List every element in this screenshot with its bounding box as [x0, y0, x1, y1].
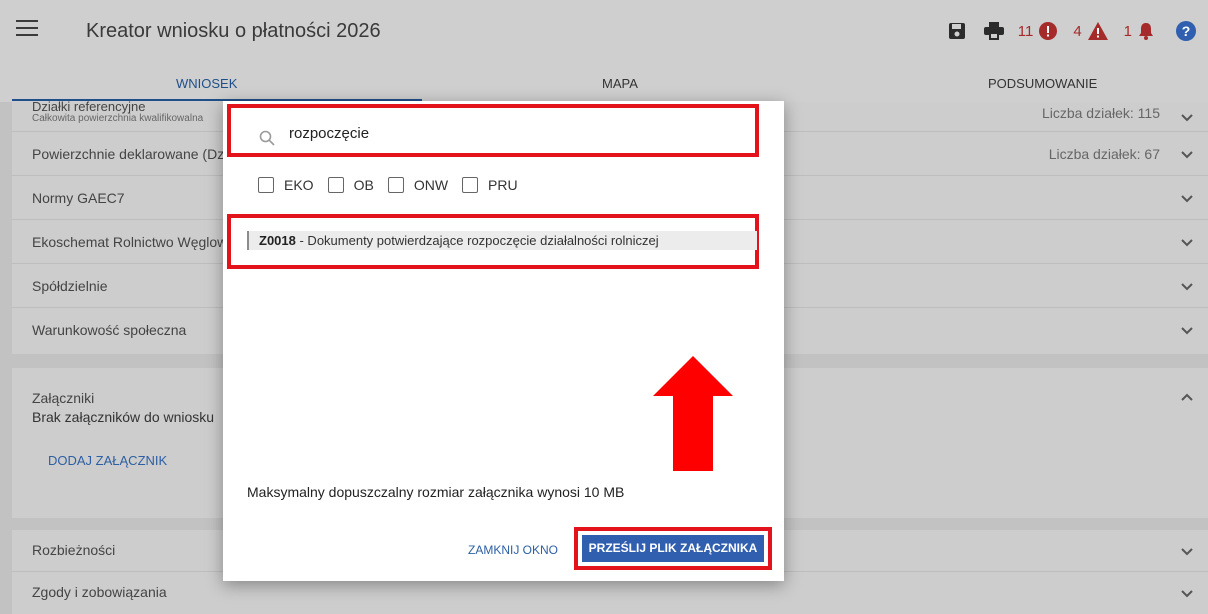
bell-icon[interactable] — [1138, 22, 1154, 40]
warning-icon[interactable] — [1087, 22, 1108, 40]
chevron-down-icon[interactable] — [1180, 282, 1194, 292]
filter-label: PRU — [488, 177, 518, 193]
chevron-down-icon[interactable] — [1180, 589, 1194, 599]
save-icon[interactable] — [948, 22, 966, 40]
chevron-down-icon[interactable] — [1180, 194, 1194, 204]
chevron-down-icon[interactable] — [1180, 326, 1194, 336]
section-sublabel: Całkowita powierzchnia kwalifikowalna — [32, 113, 204, 124]
section-label: Warunkowość społeczna — [32, 322, 187, 338]
tab-podsumowanie[interactable]: PODSUMOWANIE — [988, 76, 1097, 91]
filter-label: OB — [353, 177, 374, 193]
tab-bar: WNIOSEK MAPA PODSUMOWANIE — [0, 64, 1208, 102]
filter-label: ONW — [413, 177, 449, 193]
section-label: Zgody i zobowiązania — [32, 584, 167, 600]
upload-attachment-button[interactable]: PRZEŚLIJ PLIK ZAŁĄCZNIKA — [582, 535, 764, 562]
filter-checkboxes: EKO OB ONW PRU — [258, 177, 532, 193]
checkbox-icon[interactable] — [387, 177, 404, 193]
chevron-down-icon[interactable] — [1180, 547, 1194, 557]
chevron-down-icon[interactable] — [1180, 113, 1194, 123]
result-item-z0018[interactable]: Z0018 - Dokumenty potwierdzające rozpocz… — [247, 231, 757, 250]
checkbox-icon[interactable] — [258, 177, 274, 193]
attachments-empty-text: Brak załączników do wniosku — [32, 409, 215, 425]
result-text: - Dokumenty potwierdzające rozpoczęcie d… — [295, 233, 659, 248]
header-actions: 11 4 1 ? — [948, 18, 1196, 44]
filter-pru-checkbox[interactable]: PRU — [462, 177, 518, 193]
search-highlight-frame — [227, 104, 759, 157]
section-label: Działki referencyjne — [32, 99, 146, 114]
max-size-note: Maksymalny dopuszczalny rozmiar załączni… — [247, 484, 625, 500]
checkbox-icon[interactable] — [327, 177, 344, 193]
checkbox-icon[interactable] — [462, 177, 479, 193]
arrow-up-icon — [653, 356, 733, 471]
add-attachment-button[interactable]: DODAJ ZAŁĄCZNIK — [48, 453, 167, 468]
search-input[interactable] — [289, 122, 729, 144]
chevron-down-icon[interactable] — [1180, 150, 1194, 160]
tab-mapa[interactable]: MAPA — [602, 76, 638, 91]
menu-icon[interactable] — [16, 20, 38, 40]
section-label: Ekoschemat Rolnictwo Węglow — [32, 234, 228, 250]
section-label: Normy GAEC7 — [32, 190, 125, 206]
error-count: 11 — [1017, 22, 1034, 40]
page-title: Kreator wniosku o płatności 2026 — [86, 20, 381, 42]
result-code: Z0018 — [259, 233, 296, 248]
search-icon — [259, 130, 275, 146]
notification-count: 1 — [1123, 22, 1132, 40]
upload-highlight-frame: PRZEŚLIJ PLIK ZAŁĄCZNIKA — [574, 527, 772, 570]
error-icon[interactable] — [1039, 22, 1058, 40]
chevron-up-icon[interactable] — [1180, 392, 1194, 402]
filter-label: EKO — [284, 177, 314, 193]
filter-eko-checkbox[interactable]: EKO — [258, 177, 314, 193]
filter-ob-checkbox[interactable]: OB — [327, 177, 374, 193]
section-label: Powierzchnie deklarowane (Dz — [32, 146, 225, 162]
section-label: Załączniki — [32, 390, 95, 406]
print-icon[interactable] — [983, 22, 1004, 40]
chevron-down-icon[interactable] — [1180, 238, 1194, 248]
section-meta: Liczba działek: 67 — [1048, 146, 1160, 162]
filter-onw-checkbox[interactable]: ONW — [387, 177, 449, 193]
result-highlight-frame: Z0018 - Dokumenty potwierdzające rozpocz… — [227, 214, 759, 269]
help-icon[interactable]: ? — [1176, 21, 1196, 41]
section-label: Spółdzielnie — [32, 278, 108, 294]
warning-count: 4 — [1073, 22, 1082, 40]
section-meta: Liczba działek: 115 — [1041, 105, 1160, 121]
attachment-dialog: EKO OB ONW PRU Z0018 - Dokumenty potwier… — [223, 101, 784, 581]
app-bar: Kreator wniosku o płatności 2026 11 4 1 … — [0, 0, 1208, 64]
close-dialog-button[interactable]: ZAMKNIJ OKNO — [468, 543, 558, 557]
svg-text:?: ? — [1182, 23, 1191, 39]
section-label: Rozbieżności — [32, 542, 116, 558]
tab-wniosek[interactable]: WNIOSEK — [176, 76, 237, 91]
